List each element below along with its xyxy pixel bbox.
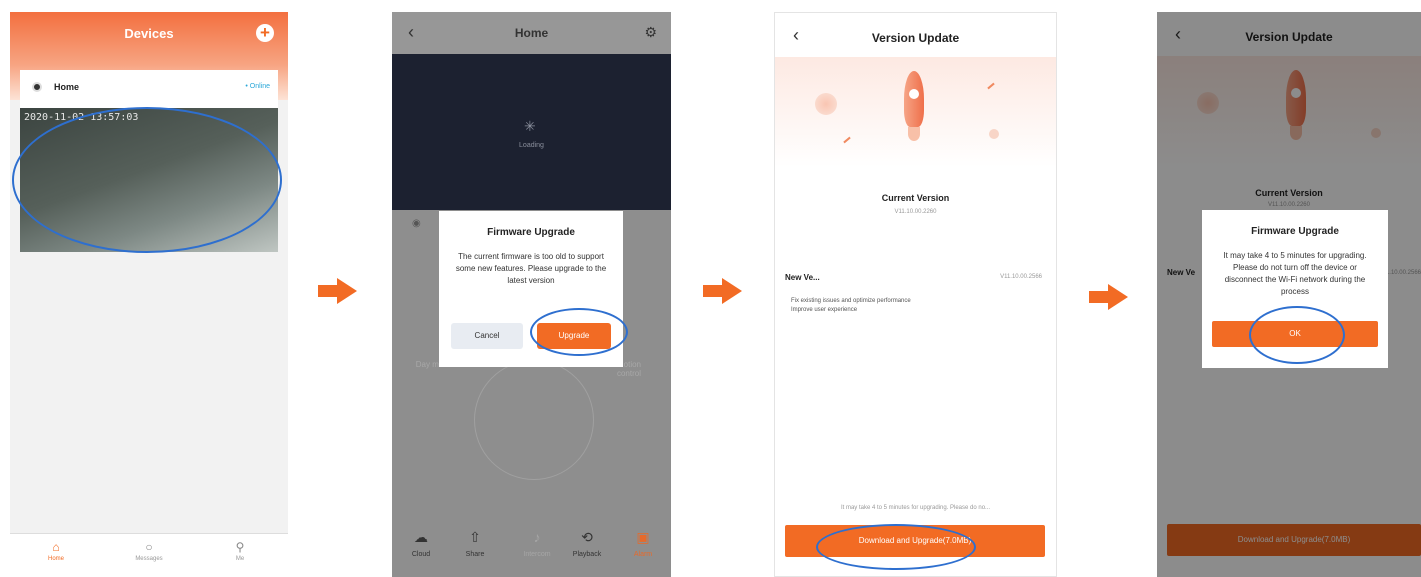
page-title: Version Update <box>871 31 960 45</box>
device-row[interactable]: Home • Online <box>20 70 278 108</box>
message-icon: ○ <box>145 540 153 554</box>
cloud-icon: ☁ <box>414 529 428 545</box>
home-icon: ⌂ <box>52 540 60 554</box>
plus-icon[interactable]: + <box>256 24 274 42</box>
preview-timestamp: 2020-11-02 13:57:03 <box>24 112 139 123</box>
device-status: • Online <box>245 83 270 90</box>
dialog-message: It may take 4 to 5 minutes for upgrading… <box>1223 251 1367 296</box>
step-arrow-icon <box>703 278 743 304</box>
page-title: Devices <box>124 26 174 41</box>
step-arrow-icon <box>1089 284 1129 310</box>
alarm-icon: ▣ <box>636 529 650 545</box>
tab-label: Me <box>235 556 245 562</box>
bottom-toolbar: ☁ Cloud ⇧ Share ♪ Intercom ⟲ Playback ▣ … <box>392 521 671 577</box>
dialog-message: The current firmware is too old to suppo… <box>455 252 607 285</box>
tool-label: Intercom <box>523 551 551 558</box>
dialog-title: Firmware Upgrade <box>487 227 575 238</box>
cloud-button[interactable]: ☁ Cloud <box>396 529 446 558</box>
share-icon: ⇧ <box>469 529 481 545</box>
step-arrow-icon <box>318 278 358 304</box>
camera-preview[interactable]: 2020-11-02 13:57:03 <box>20 108 278 252</box>
firmware-upgrade-dialog: Firmware Upgrade It may take 4 to 5 minu… <box>1202 210 1388 368</box>
tab-me[interactable]: ⚲ Me <box>210 540 270 562</box>
new-version-value: V11.10.00.2566 <box>1000 274 1042 280</box>
user-icon: ⚲ <box>235 540 245 554</box>
download-upgrade-button[interactable]: Download and Upgrade(7.0MB) <box>785 525 1045 557</box>
page-title: Home <box>514 26 549 40</box>
tool-label: Share <box>465 551 485 558</box>
version-update-screen: ‹ Version Update Current Version V11.10.… <box>774 12 1057 577</box>
current-version-value: V11.10.00.2260 <box>894 209 937 215</box>
share-button[interactable]: ⇧ Share <box>450 529 500 558</box>
gear-icon[interactable]: ⚙ <box>644 24 657 41</box>
dialog-title: Firmware Upgrade <box>1251 226 1339 237</box>
firmware-upgrade-dialog: Firmware Upgrade The current firmware is… <box>439 211 623 367</box>
tab-messages[interactable]: ○ Messages <box>119 540 179 562</box>
planet-illustration <box>815 93 837 115</box>
tool-label: Cloud <box>411 551 431 558</box>
release-notes: Fix existing issues and optimize perform… <box>791 298 911 313</box>
tool-label: Alarm <box>633 551 653 558</box>
tool-label: Playback <box>572 551 602 558</box>
ptz-control[interactable] <box>474 360 594 480</box>
rocket-icon <box>899 71 929 141</box>
version-update-confirm-screen: ‹ Version Update Current Version V11.10.… <box>1157 12 1421 577</box>
ok-button[interactable]: OK <box>1212 321 1378 347</box>
rocket-illustration <box>775 57 1056 167</box>
eye-icon[interactable]: ◉ <box>412 218 421 229</box>
new-version-label: New Ve... <box>785 273 820 282</box>
planet-illustration <box>989 129 999 139</box>
bottom-tab-bar: ⌂ Home ○ Messages ⚲ Me <box>10 533 288 577</box>
playback-button[interactable]: ⟲ Playback <box>562 529 612 558</box>
intercom-button[interactable]: ♪ Intercom <box>512 529 562 558</box>
playback-icon: ⟲ <box>581 529 593 545</box>
devices-screen: Devices + Home • Online 2020-11-02 13:57… <box>10 12 288 577</box>
tab-label: Messages <box>135 556 163 562</box>
current-version-label: Current Version <box>881 193 950 203</box>
upgrade-hint: It may take 4 to 5 minutes for upgrading… <box>840 505 991 511</box>
bell-icon: ♪ <box>533 529 541 545</box>
camera-icon <box>32 82 42 92</box>
device-name: Home <box>54 82 80 92</box>
streak-illustration <box>843 136 851 144</box>
video-area: ✳ Loading <box>392 54 671 210</box>
top-bar: ‹ Home ⚙ <box>392 12 671 54</box>
cancel-button[interactable]: Cancel <box>451 323 523 349</box>
loading-text: Loading <box>519 142 544 149</box>
tab-home[interactable]: ⌂ Home <box>26 540 86 562</box>
upgrade-button[interactable]: Upgrade <box>537 323 611 349</box>
spinner-icon: ✳ <box>524 118 536 134</box>
alarm-button[interactable]: ▣ Alarm <box>618 529 668 558</box>
streak-illustration <box>987 82 995 90</box>
live-view-screen: ‹ Home ⚙ ✳ Loading ◉ Day mode Motion con… <box>392 12 671 577</box>
tab-label: Home <box>47 556 64 562</box>
device-card[interactable]: Home • Online 2020-11-02 13:57:03 <box>20 70 278 252</box>
